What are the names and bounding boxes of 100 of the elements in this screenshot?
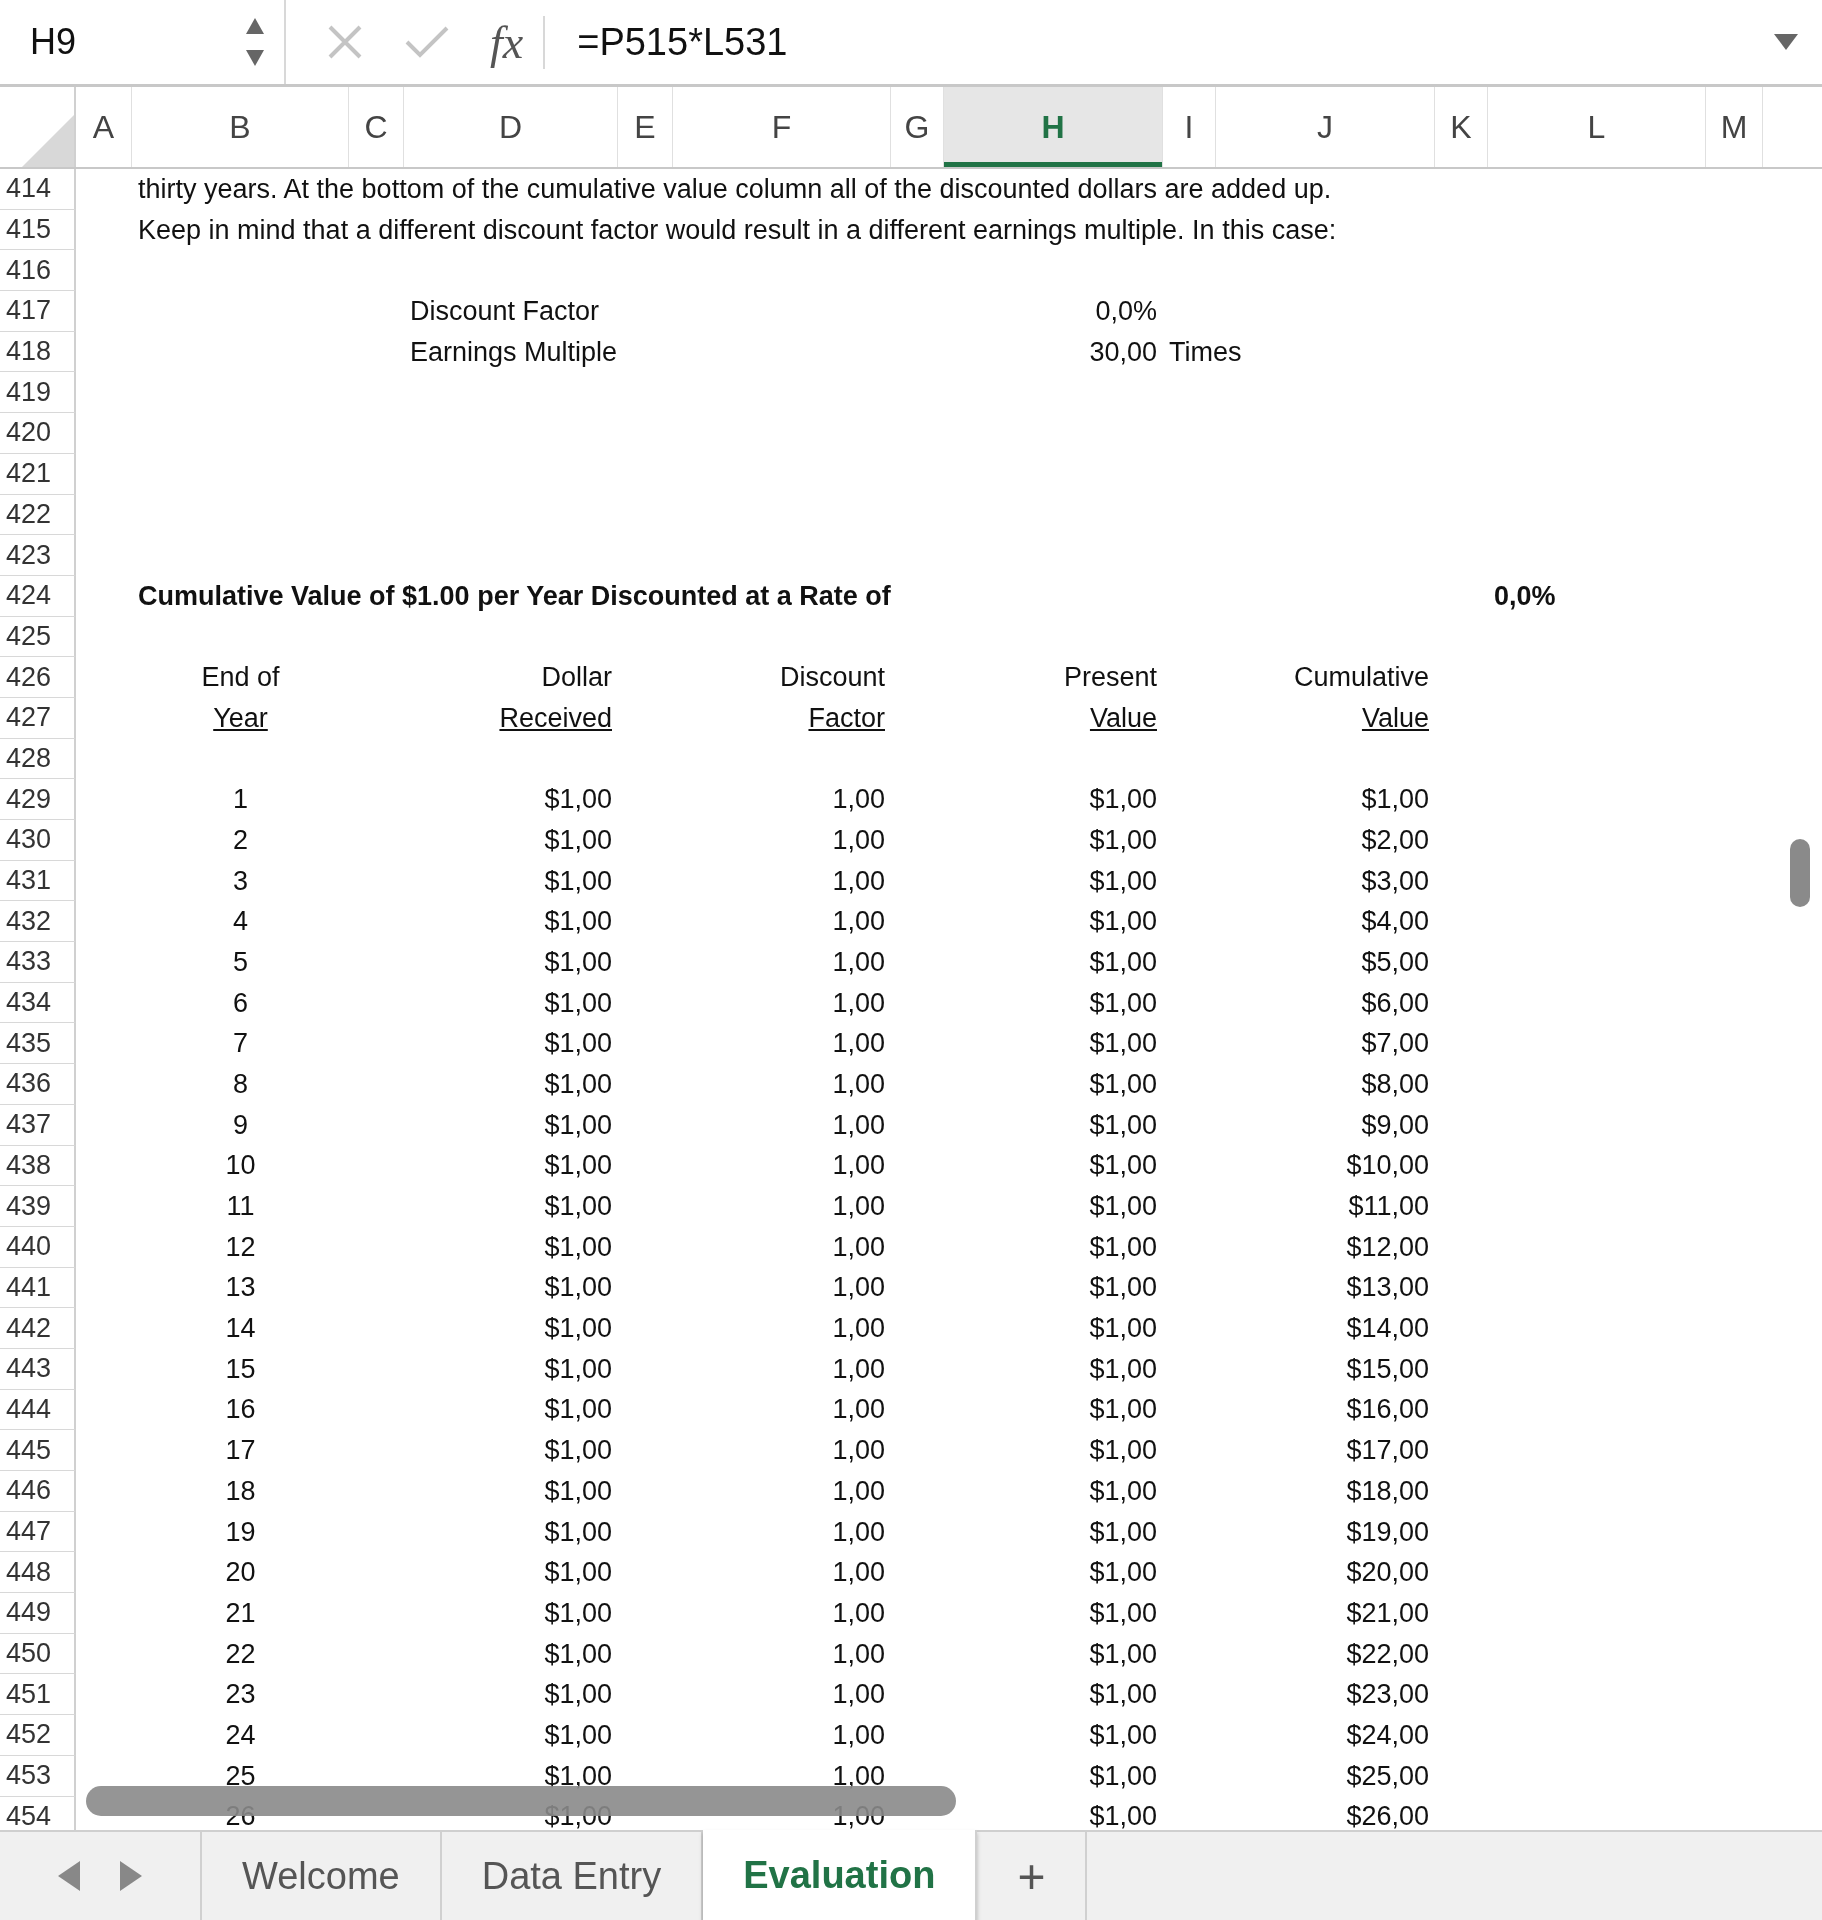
paragraph-text: thirty years. At the bottom of the cumulative value column all of the discounted dollars are added up. (137, 173, 1333, 205)
table-cell-text: $1,00 (1088, 1760, 1158, 1792)
row-number[interactable]: 420 (0, 413, 76, 454)
table-cell-text: $1,00 (1088, 1557, 1158, 1589)
row-number[interactable]: 428 (0, 738, 76, 780)
row-number[interactable]: 416 (0, 250, 76, 292)
column-header[interactable]: H (944, 87, 1163, 167)
row-number[interactable]: 433 (0, 942, 76, 983)
column-heading: Factor (807, 702, 886, 734)
table-title: Cumulative Value of $1.00 per Year Discounted at a Rate of (137, 580, 892, 612)
stepper-icon[interactable] (244, 16, 266, 68)
row-number[interactable]: 445 (0, 1430, 76, 1471)
table-cell-text: $26,00 (1345, 1801, 1430, 1830)
row-number[interactable]: 435 (0, 1023, 76, 1065)
table-cell-text: 1,00 (831, 1679, 886, 1711)
table-cell-text: 4 (232, 906, 249, 938)
table-cell-text: $1,00 (543, 1801, 613, 1830)
row-number[interactable]: 439 (0, 1186, 76, 1227)
table-cell-text: $12,00 (1345, 1231, 1430, 1263)
table-cell-text: 1 (232, 784, 249, 816)
table-cell-text: $1,00 (543, 1475, 613, 1507)
row-number[interactable]: 424 (0, 575, 76, 617)
row-number[interactable]: 422 (0, 494, 76, 536)
row-number[interactable]: 427 (0, 697, 76, 739)
row-number[interactable]: 437 (0, 1104, 76, 1146)
row-number[interactable]: 451 (0, 1674, 76, 1716)
sheet-tab[interactable]: Evaluation (703, 1830, 978, 1920)
table-cell-text: $24,00 (1345, 1719, 1430, 1751)
row-number[interactable]: 429 (0, 779, 76, 820)
table-cell-text: 1,00 (831, 1272, 886, 1304)
row-number[interactable]: 430 (0, 820, 76, 861)
table-cell-text: 1,00 (831, 1231, 886, 1263)
function-button[interactable]: fx (490, 15, 546, 69)
table-cell-text: $1,00 (1088, 946, 1158, 978)
row-number[interactable]: 434 (0, 982, 76, 1024)
row-number[interactable]: 418 (0, 331, 76, 373)
row-number[interactable]: 449 (0, 1593, 76, 1634)
table-cell-text: $1,00 (543, 1719, 613, 1751)
table-cell-text: $9,00 (1360, 1109, 1430, 1141)
row-number[interactable]: 450 (0, 1633, 76, 1675)
table-cell-text: $3,00 (1360, 865, 1430, 897)
row-number[interactable]: 446 (0, 1471, 76, 1512)
table-cell-text: $1,00 (543, 1597, 613, 1629)
row-number[interactable]: 414 (0, 169, 76, 210)
row-number[interactable]: 415 (0, 209, 76, 251)
row-number[interactable]: 438 (0, 1145, 76, 1187)
table-cell-text: $1,00 (543, 1638, 613, 1670)
dropdown-caret-icon[interactable] (1774, 34, 1798, 50)
table-cell-text: 9 (232, 1109, 249, 1141)
row-number[interactable]: 447 (0, 1511, 76, 1553)
row-number[interactable]: 448 (0, 1552, 76, 1594)
table-cell-text: $1,00 (543, 1313, 613, 1345)
table-cell-text: $16,00 (1345, 1394, 1430, 1426)
table-cell-text: $4,00 (1360, 906, 1430, 938)
cancel-icon[interactable] (326, 23, 364, 61)
table-cell-text: $14,00 (1345, 1313, 1430, 1345)
table-cell-text: $1,00 (543, 1068, 613, 1100)
row-number[interactable]: 442 (0, 1308, 76, 1349)
add-sheet-button[interactable]: + (977, 1832, 1088, 1920)
row-number[interactable]: 417 (0, 291, 76, 332)
row-number[interactable]: 453 (0, 1755, 76, 1797)
column-heading: Value (1088, 702, 1158, 734)
table-cell-text: $1,00 (1088, 1313, 1158, 1345)
next-sheet-icon[interactable] (120, 1861, 142, 1891)
table-cell-text: 17 (224, 1435, 257, 1467)
table-cell-text: $13,00 (1345, 1272, 1430, 1304)
row-number[interactable]: 432 (0, 901, 76, 943)
table-cell-text: 1,00 (831, 987, 886, 1019)
row-number[interactable]: 425 (0, 616, 76, 658)
column-heading: Cumulative (1292, 662, 1430, 694)
name-box[interactable]: H9 (0, 0, 286, 84)
table-cell-text: $1,00 (1088, 824, 1158, 856)
row-number[interactable]: 443 (0, 1348, 76, 1390)
table-cell-text: $1,00 (543, 1557, 613, 1589)
row-number[interactable]: 431 (0, 860, 76, 902)
row-number[interactable]: 444 (0, 1389, 76, 1431)
checkmark-icon[interactable] (404, 25, 450, 59)
column-heading: Value (1360, 702, 1430, 734)
row-number[interactable]: 421 (0, 453, 76, 495)
sheet-tab[interactable]: Welcome (202, 1832, 442, 1920)
row-number[interactable]: 426 (0, 657, 76, 698)
vertical-scrollbar[interactable] (1790, 839, 1810, 907)
table-cell-text: 25 (224, 1760, 257, 1792)
previous-sheet-icon[interactable] (58, 1861, 80, 1891)
formula-field[interactable]: =P515*L531 (571, 20, 1774, 64)
table-cell-text: 1,00 (831, 906, 886, 938)
row-number[interactable]: 441 (0, 1267, 76, 1309)
table-cell-text: $1,00 (543, 1679, 613, 1711)
table-cell-text: $11,00 (1347, 1191, 1430, 1223)
row-number[interactable]: 419 (0, 372, 76, 414)
column-heading: Dollar (540, 662, 613, 694)
table-cell-text: 7 (232, 1028, 249, 1060)
table-cell-text: 18 (224, 1475, 257, 1507)
row-number[interactable]: 436 (0, 1064, 76, 1105)
table-cell-text: $1,00 (543, 824, 613, 856)
row-number[interactable]: 440 (0, 1226, 76, 1268)
table-cell-text: $1,00 (543, 1231, 613, 1263)
row-number[interactable]: 452 (0, 1715, 76, 1756)
row-number[interactable]: 423 (0, 535, 76, 576)
table-cell-text: 1,00 (831, 1597, 886, 1629)
